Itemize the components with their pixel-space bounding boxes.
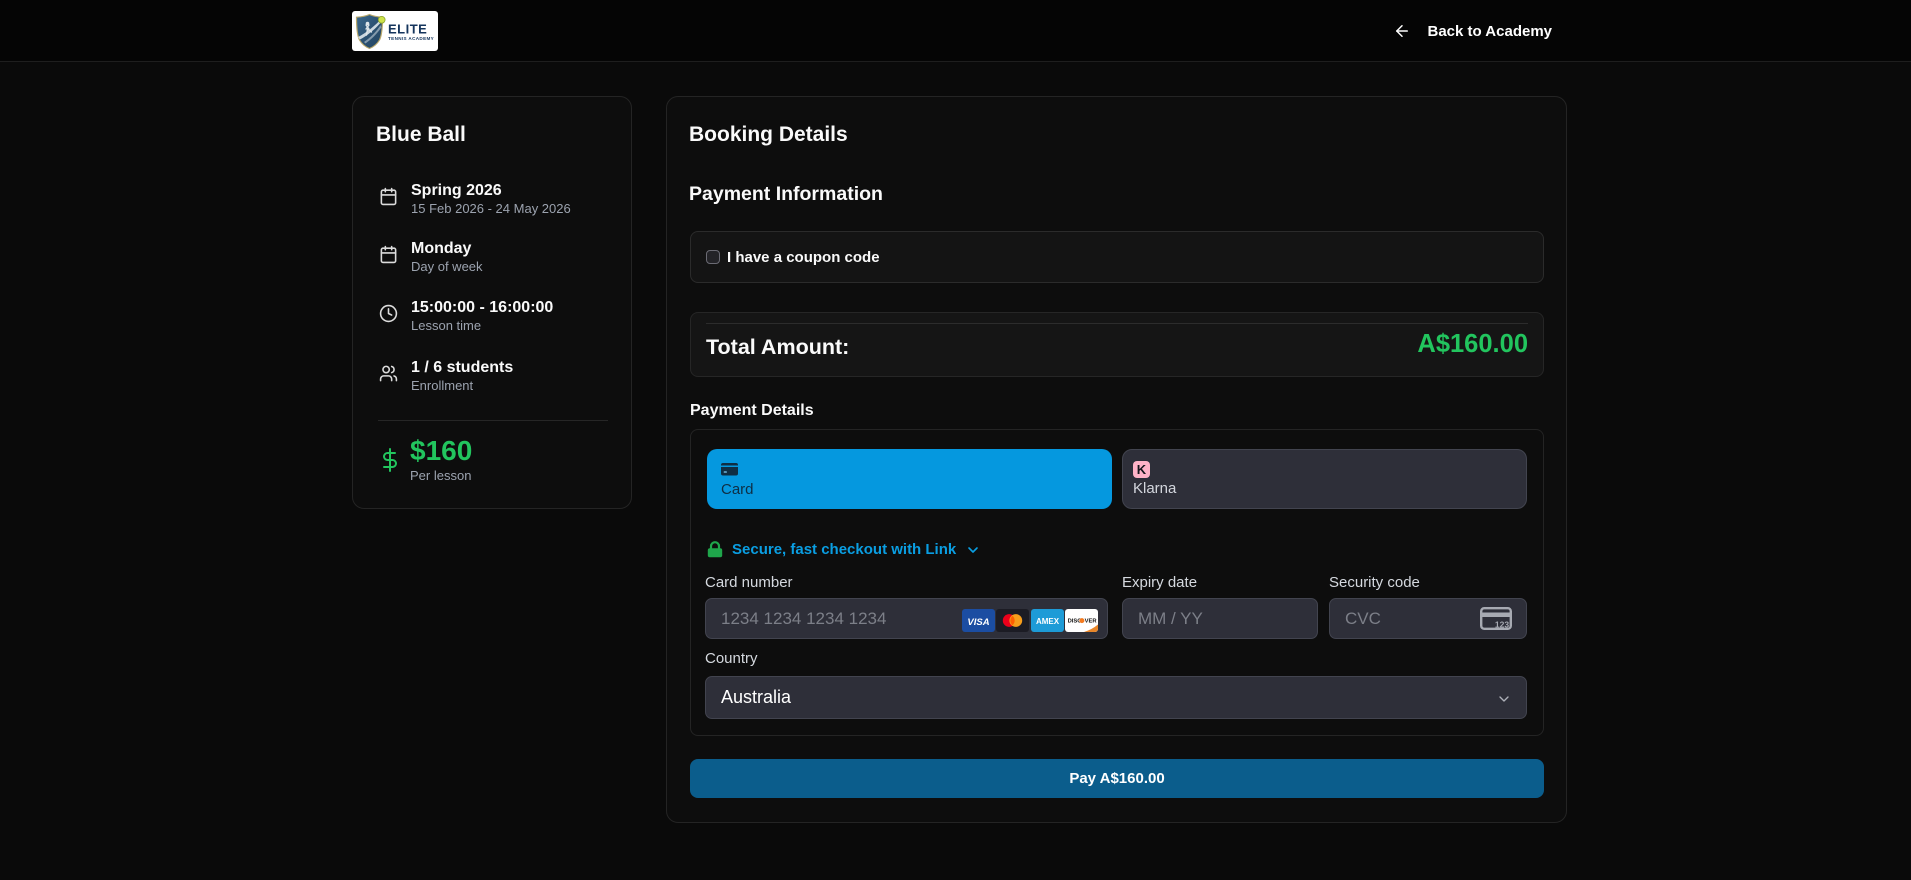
svg-text:123: 123	[1495, 620, 1509, 630]
svg-text:TENNIS ACADEMY: TENNIS ACADEMY	[388, 36, 434, 41]
svg-text:ELITE: ELITE	[388, 22, 427, 37]
svg-text:AMEX: AMEX	[1035, 617, 1059, 626]
svg-text:VER: VER	[1085, 619, 1098, 625]
svg-text:VISA: VISA	[967, 617, 989, 628]
